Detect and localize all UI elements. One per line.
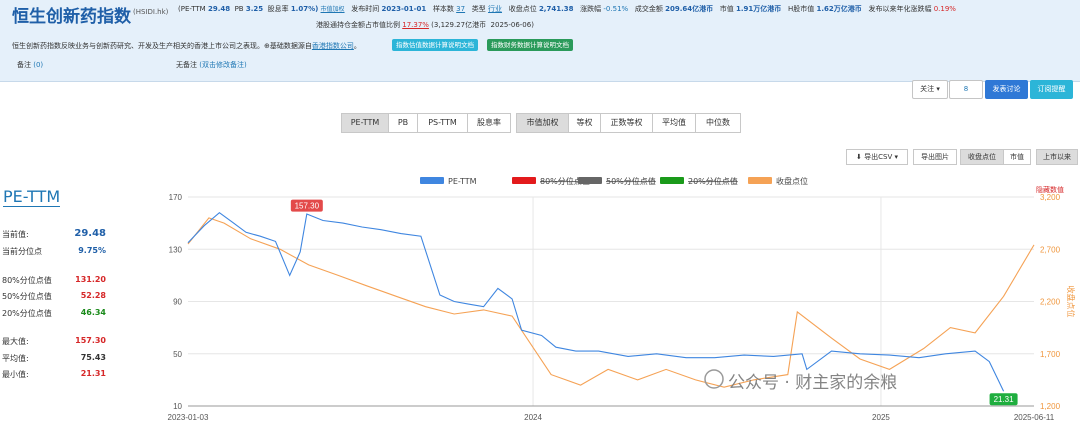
y-right-tick: 2,200 [1040,298,1061,307]
max-label: 157.30 [295,202,320,211]
legend-label: 50%分位点值 [606,176,656,186]
y-right-tick: 1,700 [1040,350,1061,359]
y-left-tick: 10 [173,402,182,411]
legend-label: PE-TTM [448,177,477,186]
y-right-tick: 1,200 [1040,402,1061,411]
pe-chart: 10 50 90 130 170 1,200 1,700 2,200 2,700 3,200 202… [168,176,1076,422]
x-tick: 2023-01-03 [168,413,209,422]
x-tick: 2025 [872,413,890,422]
legend-swatch [578,177,602,184]
y-right-tick: 3,200 [1040,193,1061,202]
watermark-text: 公众号 · 财主家的余粮 [728,373,897,393]
min-label: 21.31 [994,395,1015,404]
close-point-line [187,217,1035,388]
legend-swatch [512,177,536,184]
legend-swatch [748,177,772,184]
y-left-tick: 130 [169,245,183,254]
y-left-tick: 170 [169,193,183,202]
y-left-tick: 50 [173,350,182,359]
legend-swatch [660,177,684,184]
legend-label: 20%分位点值 [688,176,738,186]
hide-values-link: 隐藏数值 [1036,185,1064,194]
wechat-icon [704,369,724,389]
x-tick: 2025-06-11 [1014,413,1055,422]
legend-swatch [420,177,444,184]
y-right-tick: 2,700 [1040,245,1061,254]
right-axis-label: 收盘点位 [1066,286,1076,318]
y-left-tick: 90 [173,298,182,307]
legend-label: 收盘点位 [776,176,808,186]
x-tick: 2024 [524,413,542,422]
